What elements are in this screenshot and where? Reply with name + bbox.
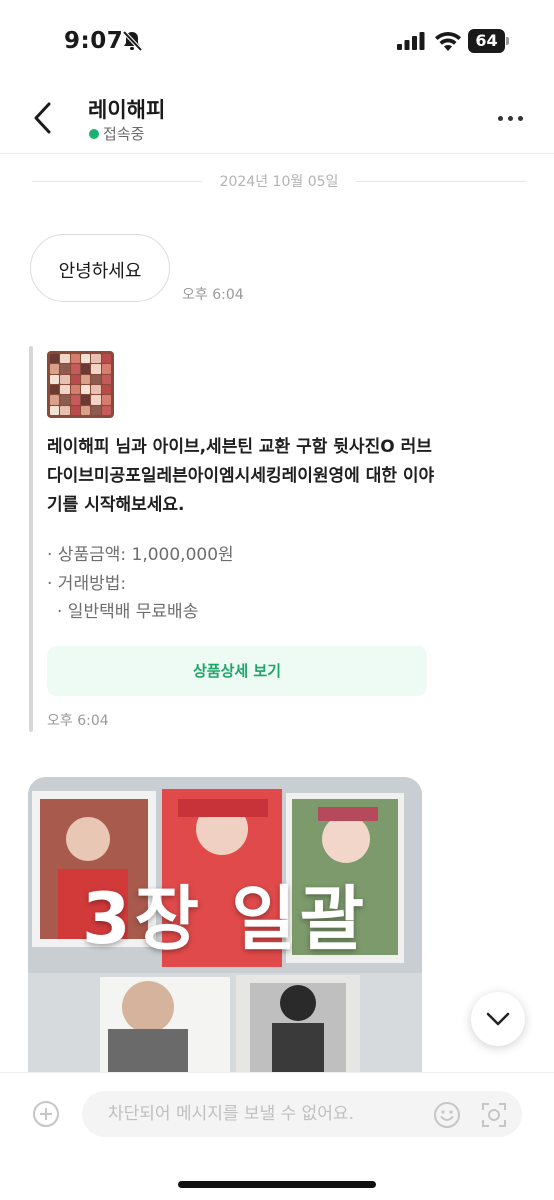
message-time: 오후 6:04	[182, 287, 244, 303]
product-card-message: 레이해피 님과 아이브,세븐틴 교환 구함 뒷사진O 러브다이브미공포일레븐아이…	[47, 437, 435, 515]
wifi-icon	[435, 31, 461, 51]
back-arrow-icon[interactable]	[28, 100, 58, 136]
scan-icon[interactable]	[480, 1101, 508, 1129]
date-divider: 2024년 10월 05일	[32, 170, 526, 192]
more-options-icon[interactable]	[496, 106, 526, 130]
emoji-icon[interactable]	[433, 1101, 461, 1129]
chat-header: 레이해피 접속중	[0, 82, 554, 154]
message-text: 안녕하세요	[58, 261, 142, 282]
plus-circle-icon[interactable]	[32, 1100, 60, 1128]
chevron-down-icon	[486, 1012, 510, 1026]
photo-message[interactable]: 3장 일괄	[28, 777, 422, 1077]
status-bar: 9:07 64	[0, 0, 554, 82]
product-price: · 상품금액: 1,000,000원	[47, 545, 234, 565]
product-detail-button[interactable]: 상품상세 보기	[47, 646, 427, 696]
chat-title: 레이해피	[88, 98, 166, 122]
product-card-accent-bar	[29, 346, 33, 732]
message-composer	[0, 1072, 554, 1200]
battery-level: 64	[468, 29, 505, 53]
bell-slash-icon	[122, 30, 142, 52]
trade-method-value: · 일반택배 무료배송	[57, 602, 199, 622]
signal-icon	[397, 32, 425, 50]
battery-icon: 64	[468, 29, 510, 53]
trade-method-label: · 거래방법:	[47, 574, 127, 594]
product-card-time: 오후 6:04	[47, 713, 109, 729]
online-status-text: 접속중	[103, 125, 145, 143]
message-input-container	[82, 1091, 522, 1137]
message-bubble: 안녕하세요	[30, 234, 170, 302]
status-time: 9:07	[64, 28, 124, 54]
scroll-to-bottom-button[interactable]	[471, 992, 525, 1046]
message-input[interactable]	[108, 1091, 428, 1137]
product-thumbnail[interactable]	[47, 351, 114, 418]
online-status-dot	[89, 129, 99, 139]
photo-caption: 3장 일괄	[81, 878, 369, 960]
home-indicator	[178, 1181, 376, 1188]
